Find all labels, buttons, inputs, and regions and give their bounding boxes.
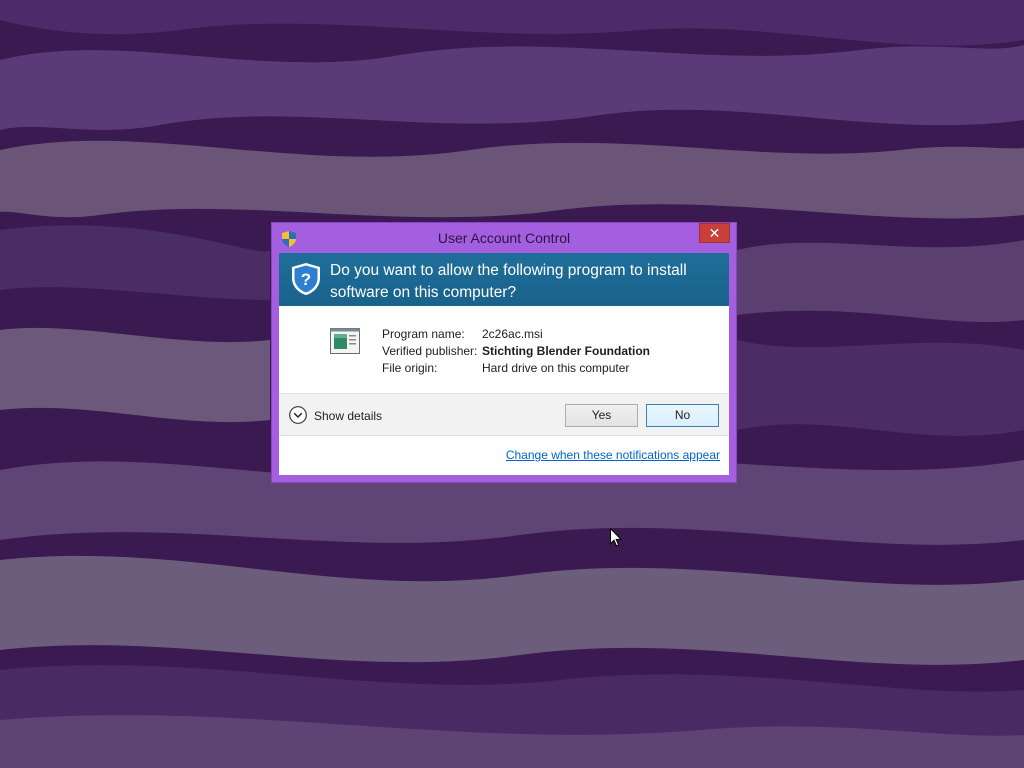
close-icon: ✕ [708,225,721,241]
uac-dialog: User Account Control ✕ ? Do you want to … [271,222,737,483]
close-button[interactable]: ✕ [699,223,730,243]
program-name-value: 2c26ac.msi [482,327,543,341]
mouse-pointer-icon [610,528,622,547]
yes-button[interactable]: Yes [565,404,638,427]
change-notifications-link[interactable]: Change when these notifications appear [506,448,720,462]
uac-question: Do you want to allow the following progr… [330,262,687,301]
show-details-label[interactable]: Show details [314,409,382,423]
dialog-content: ? Do you want to allow the following pro… [279,253,729,475]
header-band: ? Do you want to allow the following pro… [279,253,729,306]
title-bar[interactable]: User Account Control ✕ [272,223,736,253]
no-button[interactable]: No [646,404,719,427]
desktop-wallpaper: User Account Control ✕ ? Do you want to … [0,0,1024,768]
chevron-down-icon[interactable] [289,406,307,424]
publisher-label: Verified publisher: [382,344,478,358]
window-title: User Account Control [437,230,571,246]
file-origin-label: File origin: [382,361,438,375]
details-bar: Show details Yes No [279,393,729,436]
svg-text:?: ? [301,270,311,289]
file-origin-value: Hard drive on this computer [482,361,630,375]
publisher-value: Stichting Blender Foundation [482,344,650,358]
installer-package-icon [330,328,360,354]
program-name-label: Program name: [382,327,465,341]
shield-question-icon: ? [292,263,320,295]
